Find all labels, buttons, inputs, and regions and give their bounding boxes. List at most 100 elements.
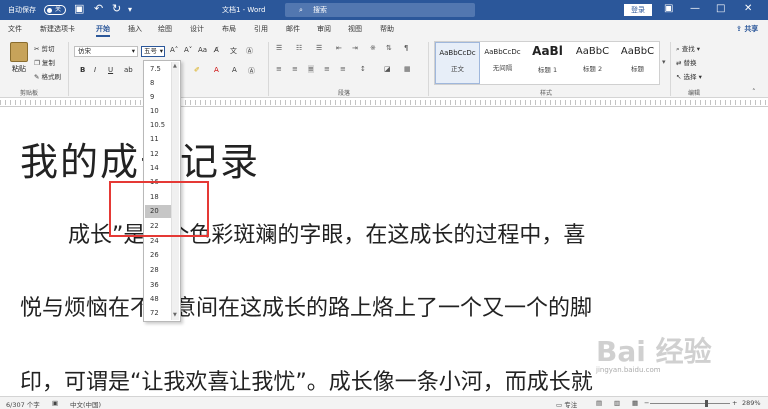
font-size-option[interactable]: 7.5 (145, 63, 172, 76)
tab-mailings[interactable]: 邮件 (286, 24, 300, 34)
numbering-icon[interactable]: ☷ (296, 44, 302, 52)
zoom-slider-thumb[interactable] (705, 400, 708, 407)
distribute-icon[interactable]: ≡ (324, 65, 330, 73)
share-button[interactable]: ⇪ 共享 (736, 24, 758, 34)
font-size-option[interactable]: 11 (145, 133, 172, 146)
font-name-select[interactable]: 仿宋 ▾ (74, 46, 138, 57)
tab-new-tab[interactable]: 新建选项卡 (40, 24, 75, 34)
font-size-option[interactable]: 14 (145, 162, 172, 175)
word-count[interactable]: 6/307 个字 (6, 399, 40, 409)
print-layout-icon[interactable]: ▥ (614, 399, 620, 407)
font-size-option[interactable]: 12 (145, 148, 172, 161)
tab-view[interactable]: 视图 (348, 24, 362, 34)
language-indicator[interactable]: 中文(中国) (70, 399, 101, 409)
read-mode-icon[interactable]: ▤ (596, 399, 602, 407)
tab-file[interactable]: 文件 (8, 24, 22, 34)
phonetic-guide-icon[interactable]: 文 (230, 46, 237, 56)
justify-icon[interactable]: ≡ (308, 65, 314, 73)
find-button[interactable]: ⌕ 查找 ▾ (676, 43, 700, 54)
font-color-icon[interactable]: A (214, 66, 219, 74)
shrink-font-icon[interactable]: A˅ (184, 46, 192, 54)
close-icon[interactable]: ✕ (744, 3, 752, 14)
align-center-icon[interactable]: ≡ (292, 65, 298, 73)
sort-icon[interactable]: ⇅ (386, 44, 392, 52)
shading-icon[interactable]: ◪ (384, 65, 391, 73)
style-no-spacing[interactable]: AaBbCcDc 无间隔 (480, 42, 525, 84)
redo-icon[interactable]: ↻ (112, 2, 121, 15)
zoom-slider[interactable] (650, 403, 730, 404)
maximize-icon[interactable]: □ (716, 3, 725, 14)
chinese-layout-icon[interactable]: ※ (370, 44, 376, 52)
zoom-out-icon[interactable]: − (644, 399, 649, 407)
increase-indent-icon[interactable]: ⇥ (352, 44, 358, 52)
clear-format-icon[interactable]: A̸ (214, 46, 219, 54)
enclose-character-icon[interactable]: Ⓐ (246, 46, 253, 56)
tab-design[interactable]: 设计 (190, 24, 204, 34)
focus-mode-button[interactable]: ▭ 专注 (556, 399, 577, 409)
multilevel-list-icon[interactable]: ☰ (316, 44, 322, 52)
style-heading-1[interactable]: AaBl 标题 1 (525, 42, 570, 84)
line-spacing-icon[interactable]: ↕ (360, 65, 366, 73)
minimize-icon[interactable]: — (690, 3, 700, 14)
customize-toolbar-icon[interactable]: ▾ (128, 5, 132, 14)
copy-button[interactable]: ❐ 复制 (34, 57, 55, 67)
font-size-option[interactable]: 9 (145, 91, 172, 104)
style-sample: AaBbC (620, 46, 655, 57)
show-marks-icon[interactable]: ¶ (404, 44, 408, 52)
tab-review[interactable]: 审阅 (317, 24, 331, 34)
font-size-select[interactable]: 五号 ▾ (141, 46, 165, 57)
style-normal[interactable]: AaBbCcDc 正文 (435, 42, 480, 84)
font-size-option[interactable]: 10 (145, 105, 172, 118)
font-size-option[interactable]: 48 (145, 293, 172, 306)
styles-more-icon[interactable]: ▾ (662, 58, 666, 66)
zoom-level[interactable]: 289% (742, 399, 761, 407)
italic-icon[interactable]: I (94, 66, 96, 74)
proofing-icon[interactable]: ▣ (52, 399, 58, 407)
tab-references[interactable]: 引用 (254, 24, 268, 34)
cut-button[interactable]: ✂ 剪切 (34, 43, 55, 53)
font-size-option[interactable]: 26 (145, 249, 172, 262)
tab-insert[interactable]: 插入 (128, 24, 142, 34)
borders-icon[interactable]: ▦ (404, 65, 411, 73)
underline-icon[interactable]: U (108, 66, 113, 74)
undo-icon[interactable]: ↶ (94, 2, 103, 15)
tab-home[interactable]: 开始 (96, 24, 110, 37)
tab-draw[interactable]: 绘图 (158, 24, 172, 34)
paste-button[interactable]: 粘贴 (8, 42, 30, 82)
autosave-toggle[interactable]: 关 (44, 5, 66, 15)
change-case-icon[interactable]: Aa (198, 46, 207, 54)
decrease-indent-icon[interactable]: ⇤ (336, 44, 342, 52)
bullets-icon[interactable]: ☰ (276, 44, 282, 52)
highlight-color-icon[interactable]: ✐ (194, 66, 200, 74)
replace-button[interactable]: ⇄ 替换 (676, 57, 697, 67)
bold-icon[interactable]: B (80, 66, 85, 74)
strikethrough-icon[interactable]: ab (124, 66, 133, 74)
format-painter-button[interactable]: ✎ 格式刷 (34, 71, 61, 81)
ribbon-display-options-icon[interactable]: ▣ (664, 3, 673, 14)
zoom-in-icon[interactable]: + (732, 399, 737, 407)
format-painter-label: 格式刷 (41, 73, 62, 81)
paragraph-line: 悦与烦恼在不经意间在这成长的路上烙上了一个又一个的脚 (20, 296, 593, 321)
font-size-option[interactable]: 28 (145, 264, 172, 277)
font-size-option[interactable]: 36 (145, 279, 172, 292)
font-size-option[interactable]: 8 (145, 77, 172, 90)
character-border-icon[interactable]: Ⓐ (248, 66, 255, 76)
align-left-icon[interactable]: ≡ (276, 65, 282, 73)
select-button[interactable]: ↖ 选择 ▾ (676, 71, 702, 81)
character-shading-icon[interactable]: A (232, 66, 237, 74)
font-size-option[interactable]: 72 (145, 307, 172, 320)
grow-font-icon[interactable]: A˄ (170, 46, 178, 54)
tab-layout[interactable]: 布局 (222, 24, 236, 34)
save-icon[interactable]: ▣ (74, 2, 84, 15)
collapse-ribbon-icon[interactable]: ˄ (752, 88, 756, 96)
web-layout-icon[interactable]: ▦ (632, 399, 638, 407)
search-box[interactable]: ⌕ 搜索 (285, 3, 475, 17)
style-title[interactable]: AaBbC 标题 (615, 42, 660, 84)
scroll-down-icon[interactable]: ▼ (173, 312, 177, 318)
tab-help[interactable]: 帮助 (380, 24, 394, 34)
style-heading-2[interactable]: AaBbC 标题 2 (570, 42, 615, 84)
font-size-option[interactable]: 10.5 (145, 119, 172, 132)
align-right-icon[interactable]: ≡ (340, 65, 346, 73)
login-button[interactable]: 登录 (624, 4, 652, 16)
scroll-up-icon[interactable]: ▲ (173, 63, 177, 69)
